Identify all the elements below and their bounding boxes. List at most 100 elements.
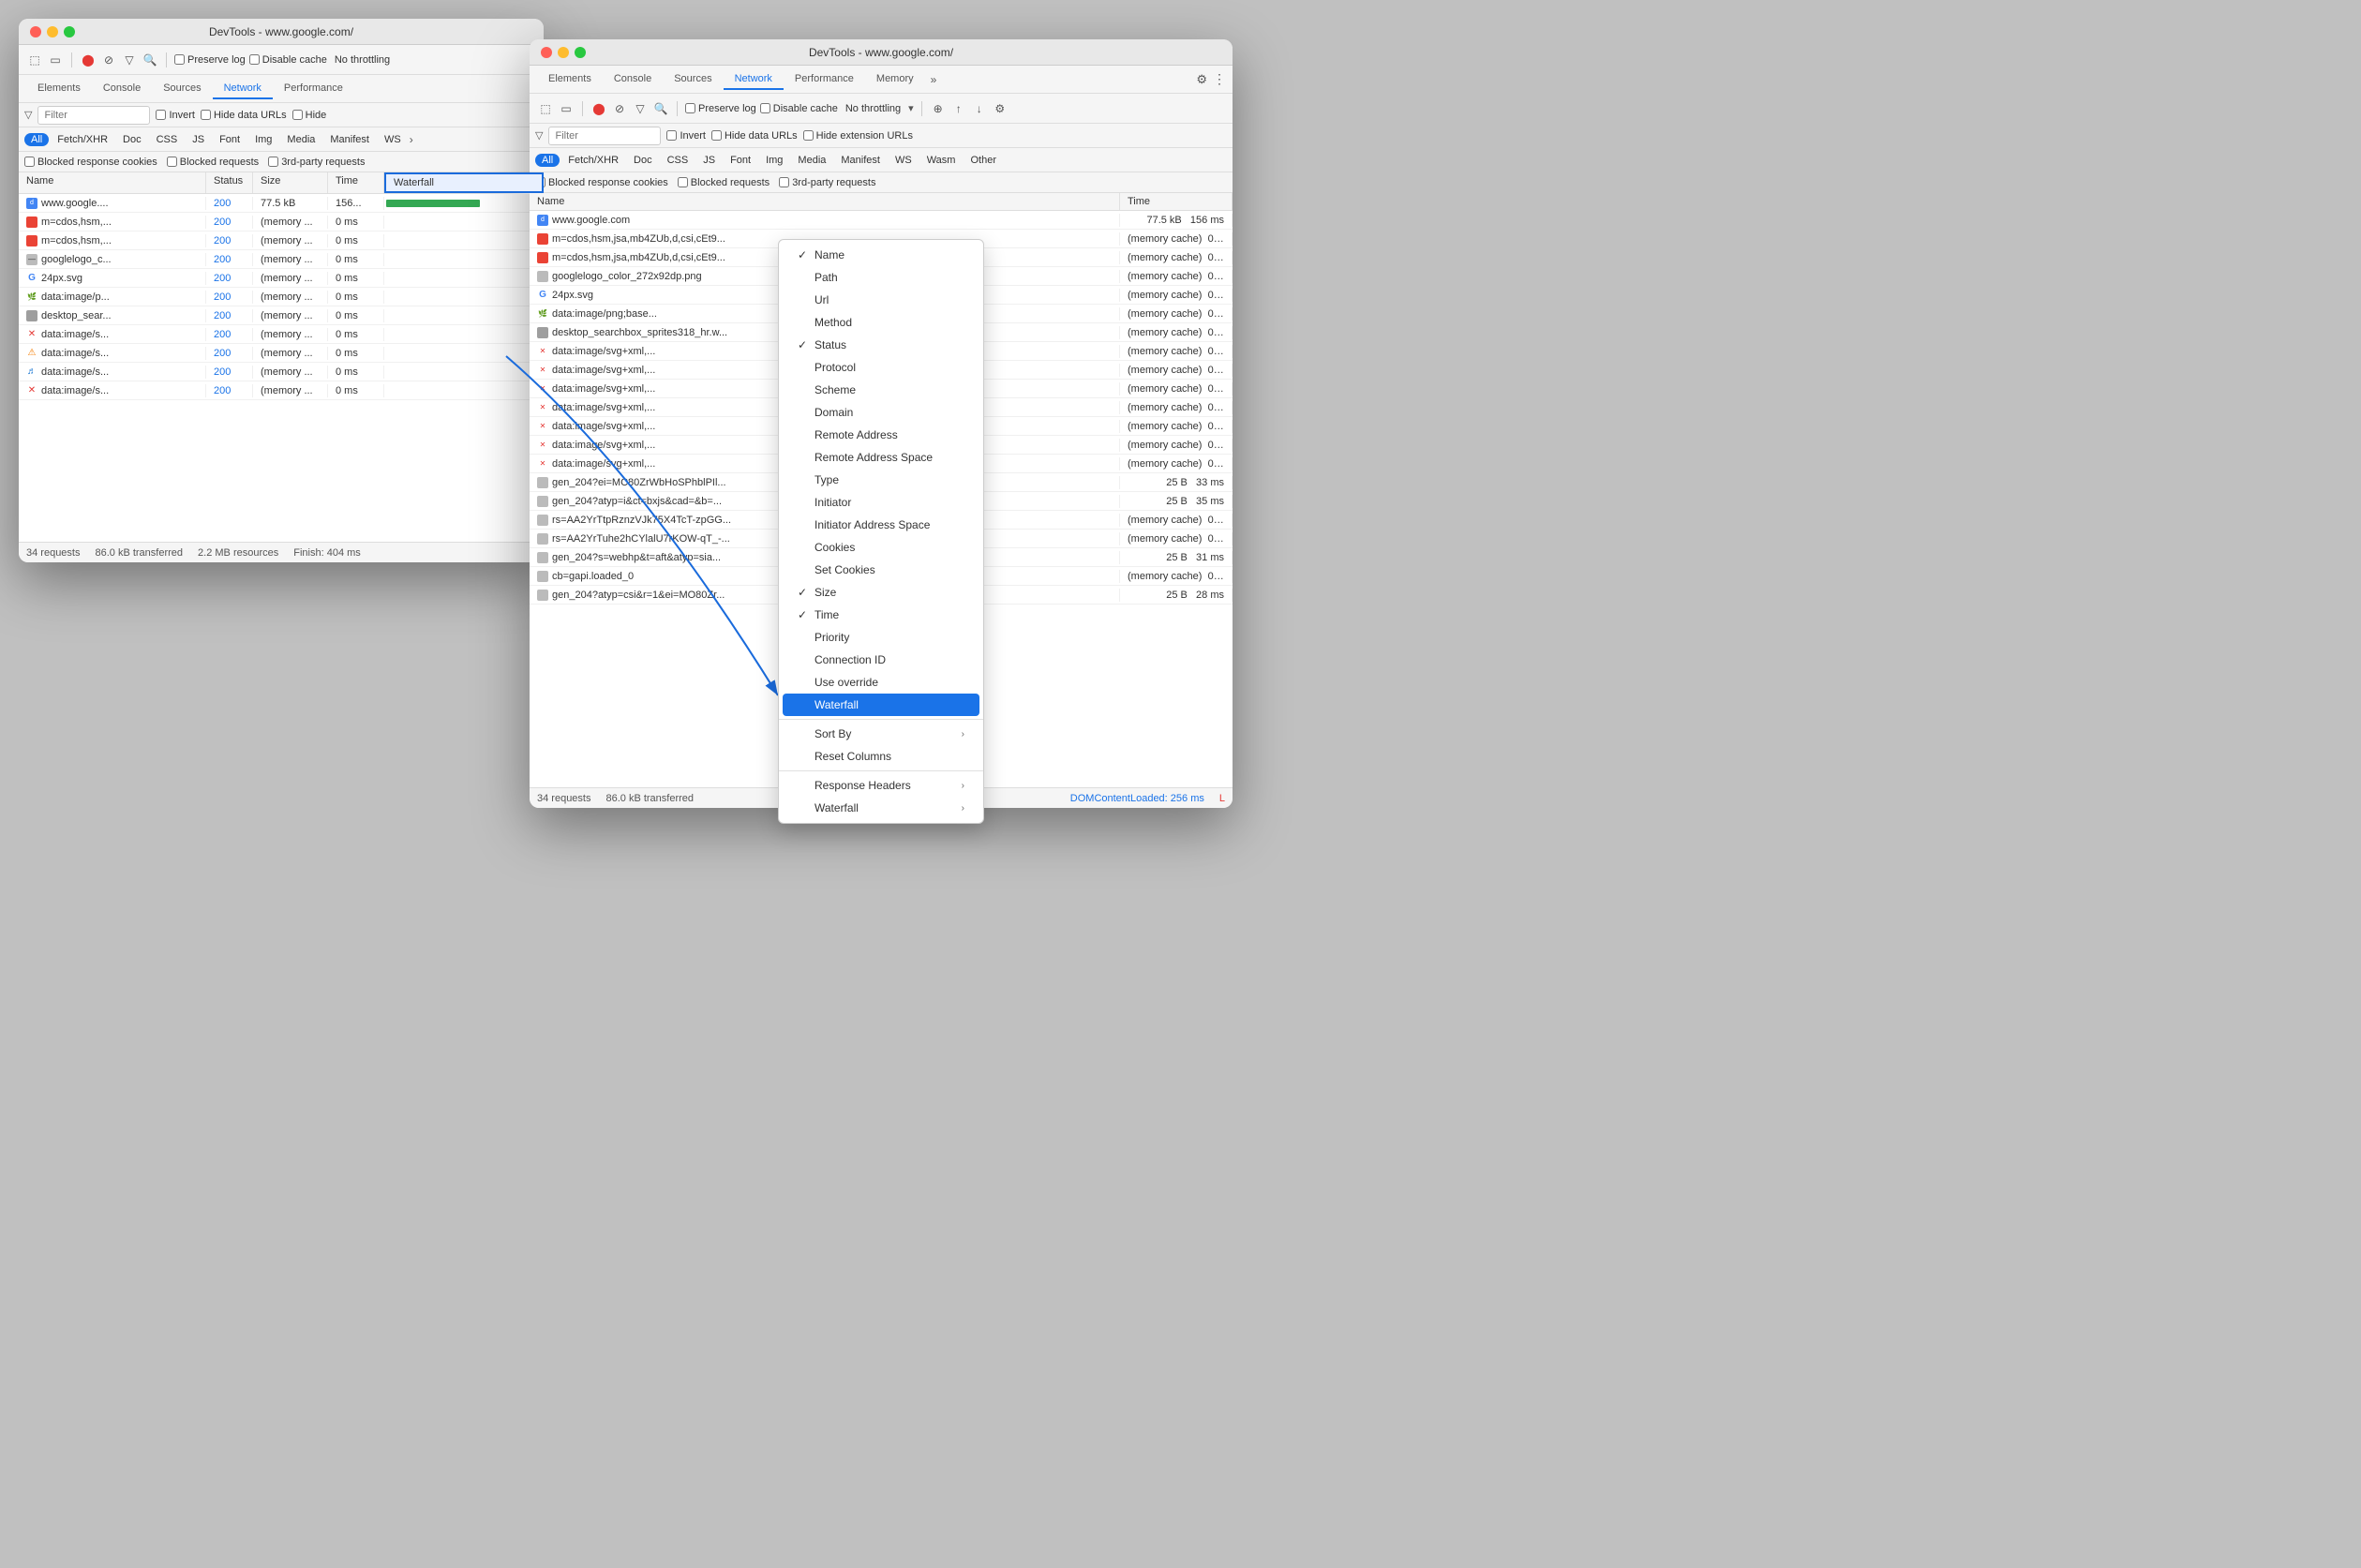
type-media-2[interactable]: Media (791, 154, 832, 167)
col-waterfall-1[interactable]: Waterfall (384, 172, 544, 193)
upload-icon[interactable]: ↑ (950, 100, 967, 117)
menu-item-cookies[interactable]: Cookies (779, 536, 983, 559)
hide-ext-checkbox-2[interactable] (803, 130, 814, 141)
table-row[interactable]: ✕data:image/s... 200 (memory ... 0 ms (19, 325, 544, 344)
blocked-cookies-1[interactable]: Blocked response cookies (24, 157, 157, 168)
tab-network-1[interactable]: Network (213, 79, 273, 99)
menu-item-connection-id[interactable]: Connection ID (779, 649, 983, 671)
table-row[interactable]: G24px.svg 200 (memory ... 0 ms (19, 269, 544, 288)
search-icon[interactable]: 🔍 (142, 52, 158, 68)
table-row[interactable]: ⚠data:image/s... 200 (memory ... 0 ms (19, 344, 544, 363)
preserve-log-checkbox-1[interactable] (174, 54, 185, 65)
type-media-1[interactable]: Media (280, 133, 321, 146)
blocked-cookies-cb-1[interactable] (24, 157, 35, 167)
table-row[interactable]: ✕data:image/s... 200 (memory ... 0 ms (19, 381, 544, 400)
tab-elements-2[interactable]: Elements (537, 69, 603, 90)
type-manifest-1[interactable]: Manifest (323, 133, 376, 146)
blocked-cookies-2[interactable]: Blocked response cookies (535, 177, 668, 188)
settings-icon-2[interactable]: ⚙ (1196, 72, 1207, 87)
third-party-2[interactable]: 3rd-party requests (779, 177, 875, 188)
clear-icon[interactable]: ⊘ (100, 52, 117, 68)
type-ws-2[interactable]: WS (889, 154, 919, 167)
disable-cache-label-1[interactable]: Disable cache (249, 54, 327, 66)
type-wasm-2[interactable]: Wasm (920, 154, 963, 167)
tab-sources-1[interactable]: Sources (152, 79, 212, 99)
third-party-1[interactable]: 3rd-party requests (268, 157, 365, 168)
window-controls-2[interactable] (541, 47, 586, 58)
filter-input-1[interactable] (37, 106, 150, 125)
table-row[interactable]: m=cdos,hsm,... 200 (memory ... 0 ms (19, 231, 544, 250)
menu-item-initiator-address-space[interactable]: Initiator Address Space (779, 514, 983, 536)
tab-performance-1[interactable]: Performance (273, 79, 354, 99)
invert-checkbox-1[interactable] (156, 110, 166, 120)
maximize-button-1[interactable] (64, 26, 75, 37)
table-row[interactable]: 🌿data:image/p... 200 (memory ... 0 ms (19, 288, 544, 306)
type-other-2[interactable]: Other (964, 154, 1003, 167)
invert-checkbox-2[interactable] (666, 130, 677, 141)
col-size-1[interactable]: Size (253, 172, 328, 193)
filter-input-2[interactable] (548, 127, 661, 145)
menu-item-status[interactable]: ✓ Status (779, 334, 983, 356)
type-manifest-2[interactable]: Manifest (834, 154, 887, 167)
hide-data-label-1[interactable]: Hide data URLs (201, 110, 287, 121)
type-doc-2[interactable]: Doc (627, 154, 659, 167)
more-types-1[interactable]: › (410, 133, 413, 146)
minimize-button-1[interactable] (47, 26, 58, 37)
tab-console-1[interactable]: Console (92, 79, 152, 99)
clear-icon-2[interactable]: ⊘ (611, 100, 628, 117)
tab-performance-2[interactable]: Performance (784, 69, 865, 90)
menu-item-waterfall-sub[interactable]: Waterfall › (779, 797, 983, 819)
menu-item-method[interactable]: Method (779, 311, 983, 334)
menu-item-remote-address[interactable]: Remote Address (779, 424, 983, 446)
disable-cache-label-2[interactable]: Disable cache (760, 103, 838, 114)
menu-item-type[interactable]: Type (779, 469, 983, 491)
type-img-1[interactable]: Img (248, 133, 278, 146)
hide-label-1[interactable]: Hide (292, 110, 327, 121)
type-ws-1[interactable]: WS (378, 133, 408, 146)
blocked-requests-1[interactable]: Blocked requests (167, 157, 259, 168)
no-throttling-1[interactable]: No throttling (335, 54, 390, 66)
menu-item-priority[interactable]: Priority (779, 626, 983, 649)
table-row[interactable]: dwww.google.com 77.5 kB 156 ms (530, 211, 1233, 230)
tab-console-2[interactable]: Console (603, 69, 663, 90)
download-icon[interactable]: ↓ (971, 100, 988, 117)
type-all-1[interactable]: All (24, 133, 49, 146)
select-icon[interactable]: ⬚ (26, 52, 43, 68)
table-row[interactable]: desktop_sear... 200 (memory ... 0 ms (19, 306, 544, 325)
preserve-log-checkbox-2[interactable] (685, 103, 695, 113)
hide-data-label-2[interactable]: Hide data URLs (711, 130, 798, 142)
type-css-1[interactable]: CSS (150, 133, 185, 146)
third-party-cb-2[interactable] (779, 177, 789, 187)
hide-checkbox-1[interactable] (292, 110, 303, 120)
type-js-2[interactable]: JS (696, 154, 722, 167)
menu-item-waterfall-check[interactable]: Waterfall (783, 694, 979, 716)
type-font-2[interactable]: Font (724, 154, 757, 167)
hide-ext-label-2[interactable]: Hide extension URLs (803, 130, 913, 142)
hide-data-checkbox-2[interactable] (711, 130, 722, 141)
tab-elements-1[interactable]: Elements (26, 79, 92, 99)
menu-item-set-cookies[interactable]: Set Cookies (779, 559, 983, 581)
minimize-button-2[interactable] (558, 47, 569, 58)
type-fetch-2[interactable]: Fetch/XHR (561, 154, 625, 167)
type-all-2[interactable]: All (535, 154, 560, 167)
disable-cache-checkbox-2[interactable] (760, 103, 770, 113)
type-css-2[interactable]: CSS (661, 154, 695, 167)
third-party-cb-1[interactable] (268, 157, 278, 167)
stop-icon[interactable]: ⬤ (80, 52, 97, 68)
device-icon[interactable]: ▭ (47, 52, 64, 68)
no-throttling-2[interactable]: No throttling (845, 103, 901, 114)
menu-item-path[interactable]: Path (779, 266, 983, 289)
table-row[interactable]: ♬data:image/s... 200 (memory ... 0 ms (19, 363, 544, 381)
wifi-icon[interactable]: ⊕ (930, 100, 947, 117)
menu-item-size[interactable]: ✓ Size (779, 581, 983, 604)
menu-item-use-override[interactable]: Use override (779, 671, 983, 694)
close-button-1[interactable] (30, 26, 41, 37)
blocked-requests-cb-2[interactable] (678, 177, 688, 187)
settings-icon-net[interactable]: ⚙ (992, 100, 1009, 117)
menu-item-sort-by[interactable]: Sort By › (779, 723, 983, 745)
menu-item-protocol[interactable]: Protocol (779, 356, 983, 379)
type-font-1[interactable]: Font (213, 133, 247, 146)
throttle-dropdown[interactable]: ▾ (908, 102, 914, 114)
menu-item-domain[interactable]: Domain (779, 401, 983, 424)
col-name-1[interactable]: Name (19, 172, 206, 193)
